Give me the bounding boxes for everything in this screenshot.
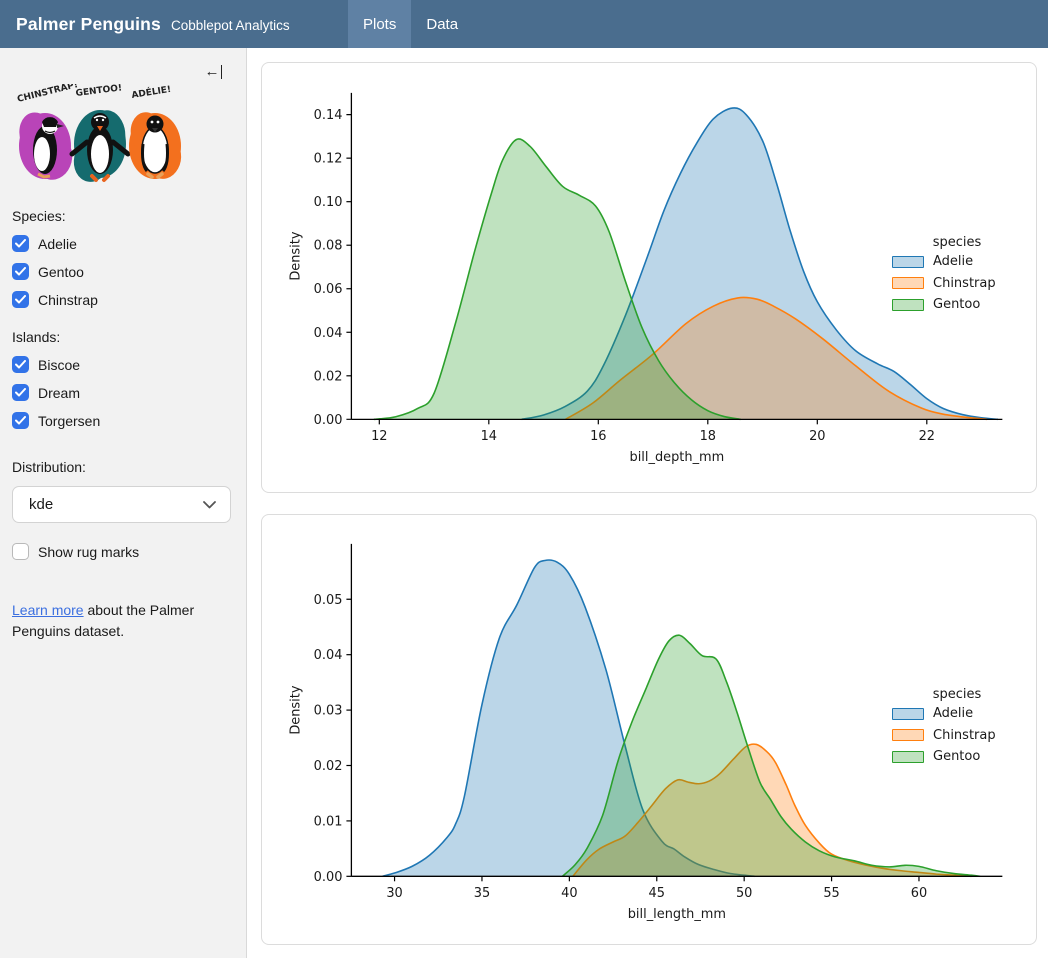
species-filter-group: Species: Adelie Gentoo Chinstrap [12,208,230,308]
checkbox-box [12,543,29,560]
app-title: Palmer Penguins [16,14,161,35]
sidebar-collapse-button[interactable]: ← [203,62,225,81]
check-icon [15,360,26,369]
tab-data[interactable]: Data [411,0,473,48]
svg-text:30: 30 [386,886,402,901]
svg-text:0.08: 0.08 [314,239,343,254]
svg-text:0.14: 0.14 [314,108,343,123]
checkbox-box [12,384,29,401]
distribution-select[interactable]: kde [12,486,231,523]
legend-swatch-chinstrap [892,729,924,741]
svg-text:14: 14 [481,429,497,444]
navbar: Palmer Penguins Cobblepot Analytics Plot… [0,0,1048,48]
svg-text:0.10: 0.10 [314,195,343,210]
svg-text:60: 60 [911,886,927,901]
islands-label: Islands: [12,329,230,345]
checkbox-gentoo[interactable]: Gentoo [12,263,230,280]
nav-tabs: Plots Data [348,0,473,48]
legend-swatch-chinstrap [892,277,924,289]
collapse-bar-icon [221,65,223,79]
svg-text:bill_depth_mm: bill_depth_mm [630,450,725,465]
species-label: Species: [12,208,230,224]
tab-plots[interactable]: Plots [348,0,411,48]
svg-text:18: 18 [700,429,716,444]
legend-title: species [892,687,1022,702]
app-body: ← CHINSTRAP! [0,48,1048,958]
svg-text:Density: Density [289,231,304,280]
svg-text:0.00: 0.00 [314,413,343,428]
checkbox-box [12,291,29,308]
checkbox-chinstrap[interactable]: Chinstrap [12,291,230,308]
plot-card-bill-depth: 12 14 16 18 20 22 0.00 0.02 0.04 0.06 0.08 0.10 0.12… [261,62,1037,493]
legend-swatch-gentoo [892,751,924,763]
checkbox-box [12,356,29,373]
islands-filter-group: Islands: Biscoe Dream Torgersen [12,329,230,429]
svg-text:0.02: 0.02 [314,369,343,384]
svg-text:Density: Density [289,685,304,734]
legend-swatch-adelie [892,256,924,268]
distribution-label: Distribution: [12,459,230,475]
legend-item-chinstrap: Chinstrap [892,728,1022,743]
svg-text:20: 20 [809,429,825,444]
svg-text:0.06: 0.06 [314,282,343,297]
checkbox-box [12,263,29,280]
svg-text:12: 12 [371,429,387,444]
sidebar: ← CHINSTRAP! [0,48,247,958]
legend-swatch-gentoo [892,299,924,311]
adelie-penguin-illustration: ADÉLIE! [126,84,184,182]
checkbox-torgersen[interactable]: Torgersen [12,412,230,429]
app-subtitle: Cobblepot Analytics [171,18,290,33]
checkbox-dream[interactable]: Dream [12,384,230,401]
checkbox-biscoe[interactable]: Biscoe [12,356,230,373]
learn-more-link[interactable]: Learn more [12,602,84,618]
svg-text:0.01: 0.01 [314,814,343,829]
checkbox-box [12,412,29,429]
svg-text:35: 35 [474,886,490,901]
legend-item-gentoo: Gentoo [892,749,1022,764]
check-icon [15,416,26,425]
svg-text:55: 55 [823,886,839,901]
legend-item-gentoo: Gentoo [892,297,1022,312]
plot-card-bill-length: 30 35 40 45 50 55 60 0.00 0.01 0.02 0.03 0.04 0.05 bi… [261,514,1037,945]
svg-text:0.04: 0.04 [314,648,343,663]
dataset-note: Learn more about the Palmer Penguins dat… [12,600,218,642]
svg-text:GENTOO!: GENTOO! [75,84,122,99]
check-icon [15,239,26,248]
legend-item-adelie: Adelie [892,254,1022,269]
gentoo-penguin-illustration: GENTOO! [70,84,129,185]
checkbox-box [12,235,29,252]
check-icon [15,295,26,304]
svg-text:16: 16 [590,429,606,444]
checkbox-show-rug-marks[interactable]: Show rug marks [12,543,230,560]
svg-text:50: 50 [736,886,752,901]
distribution-selected-value: kde [29,496,53,513]
chinstrap-penguin-illustration: CHINSTRAP! [13,84,79,184]
brand: Palmer Penguins Cobblepot Analytics [0,0,348,48]
chevron-down-icon [203,501,216,509]
svg-text:0.12: 0.12 [314,152,343,167]
svg-text:0.05: 0.05 [314,593,343,608]
collapse-arrow-icon: ← [205,64,220,79]
svg-text:0.02: 0.02 [314,759,343,774]
check-icon [15,388,26,397]
legend-item-adelie: Adelie [892,706,1022,721]
check-icon [15,267,26,276]
legend-bill-depth: species Adelie Chinstrap Gentoo [892,235,1022,319]
svg-text:22: 22 [919,429,935,444]
legend-bill-length: species Adelie Chinstrap Gentoo [892,687,1022,771]
penguin-artwork: CHINSTRAP! GENTOO! [12,84,188,188]
main-content: 12 14 16 18 20 22 0.00 0.02 0.04 0.06 0.08 0.10 0.12… [247,48,1048,958]
legend-item-chinstrap: Chinstrap [892,276,1022,291]
svg-text:45: 45 [649,886,665,901]
svg-text:CHINSTRAP!: CHINSTRAP! [16,84,79,105]
checkbox-adelie[interactable]: Adelie [12,235,230,252]
svg-text:40: 40 [561,886,577,901]
svg-text:0.04: 0.04 [314,326,343,341]
legend-swatch-adelie [892,708,924,720]
legend-title: species [892,235,1022,250]
svg-text:0.03: 0.03 [314,704,343,719]
svg-text:ADÉLIE!: ADÉLIE! [131,84,172,101]
svg-text:0.00: 0.00 [314,870,343,885]
svg-text:bill_length_mm: bill_length_mm [628,907,726,922]
